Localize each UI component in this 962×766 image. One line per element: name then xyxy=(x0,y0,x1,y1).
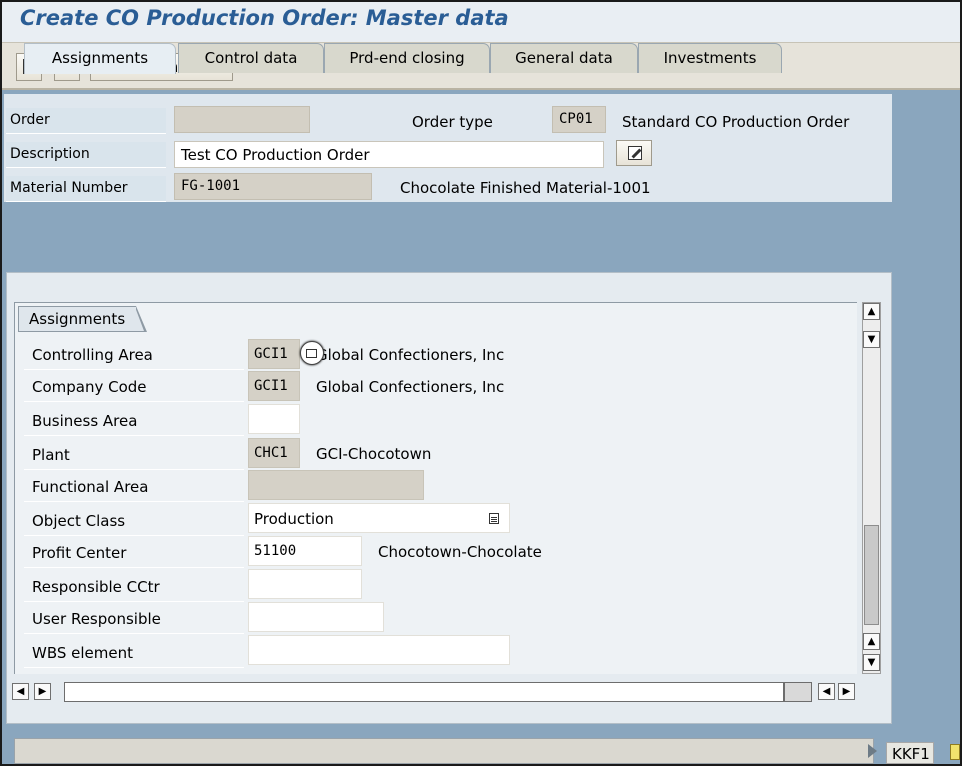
system-id: KKF1 xyxy=(886,742,934,764)
functional-area-field[interactable] xyxy=(248,470,424,500)
controlling-area-text: Global Confectioners, Inc xyxy=(316,346,505,364)
description-label: Description xyxy=(6,142,166,168)
scroll-right-icon[interactable]: ▶ xyxy=(34,683,51,700)
horizontal-scrollbar[interactable]: ◀ ▶ ◀ ▶ xyxy=(12,682,860,702)
scroll-left-end-icon[interactable]: ◀ xyxy=(818,683,835,700)
tab-investments[interactable]: Investments xyxy=(638,43,782,73)
company-code-text: Global Confectioners, Inc xyxy=(316,378,505,396)
company-code-label: Company Code xyxy=(24,370,244,402)
material-number-field[interactable]: FG-1001 xyxy=(174,173,372,200)
responsible-cctr-label: Responsible CCtr xyxy=(24,570,244,602)
sap-window: Create CO Production Order: Master data … xyxy=(0,0,962,766)
order-type-text: Standard CO Production Order xyxy=(622,113,850,131)
description-field[interactable]: Test CO Production Order xyxy=(174,141,604,168)
system-menu-icon[interactable] xyxy=(950,744,960,760)
scroll-up-bottom-icon[interactable]: ▲ xyxy=(863,633,880,650)
controlling-area-label: Controlling Area xyxy=(24,338,244,370)
controlling-area-field[interactable]: GCI1 xyxy=(248,339,300,369)
profit-center-field[interactable]: 51100 xyxy=(248,536,362,566)
object-class-value: Production xyxy=(254,510,334,528)
profit-center-text: Chocotown-Chocolate xyxy=(378,543,542,561)
group-title: Assignments xyxy=(18,306,147,332)
material-description-text: Chocolate Finished Material-1001 xyxy=(400,179,651,197)
page-title: Create CO Production Order: Master data xyxy=(20,6,509,30)
scroll-right-end-icon[interactable]: ▶ xyxy=(838,683,855,700)
tab-general-data[interactable]: General data xyxy=(490,43,638,73)
vertical-scroll-thumb[interactable] xyxy=(864,525,879,625)
scroll-down-bottom-icon[interactable]: ▼ xyxy=(863,654,880,671)
company-code-field[interactable]: GCI1 xyxy=(248,371,300,401)
user-responsible-label: User Responsible xyxy=(24,602,244,634)
responsible-cctr-field[interactable] xyxy=(248,569,362,599)
expand-arrow-icon[interactable] xyxy=(868,744,877,758)
scroll-left-icon[interactable]: ◀ xyxy=(12,683,29,700)
tab-prd-end-closing[interactable]: Prd-end closing xyxy=(324,43,490,73)
order-type-label: Order type xyxy=(412,113,493,131)
business-area-label: Business Area xyxy=(24,404,244,436)
group-title-corner xyxy=(135,307,144,331)
pencil-icon xyxy=(628,146,642,160)
profit-center-label: Profit Center xyxy=(24,536,244,568)
horizontal-scroll-thumb[interactable] xyxy=(784,682,812,702)
order-type-field[interactable]: CP01 xyxy=(552,106,606,133)
wbs-element-label: WBS element xyxy=(24,636,244,668)
business-area-field[interactable] xyxy=(248,404,300,434)
object-class-dropdown[interactable]: Production xyxy=(248,503,510,533)
plant-label: Plant xyxy=(24,438,244,470)
order-label: Order xyxy=(6,108,166,134)
scroll-down-icon[interactable]: ▼ xyxy=(863,331,880,348)
dropdown-list-icon[interactable] xyxy=(489,513,499,524)
horizontal-scroll-track[interactable] xyxy=(64,682,784,702)
plant-text: GCI-Chocotown xyxy=(316,445,432,463)
title-bar: Create CO Production Order: Master data xyxy=(2,2,960,42)
wbs-element-field[interactable] xyxy=(248,635,510,665)
tab-assignments[interactable]: Assignments xyxy=(24,43,176,74)
material-number-label: Material Number xyxy=(6,176,166,202)
plant-field[interactable]: CHC1 xyxy=(248,438,300,468)
tab-control-data[interactable]: Control data xyxy=(178,43,324,73)
vertical-scrollbar[interactable]: ▲ ▼ ▲ ▼ xyxy=(862,302,881,674)
order-number-field[interactable] xyxy=(174,106,310,133)
scroll-up-icon[interactable]: ▲ xyxy=(863,303,880,320)
long-text-button[interactable] xyxy=(616,140,652,166)
functional-area-label: Functional Area xyxy=(24,470,244,502)
user-responsible-field[interactable] xyxy=(248,602,384,632)
object-class-label: Object Class xyxy=(24,504,244,536)
mouse-cursor-icon xyxy=(300,341,324,365)
status-bar xyxy=(14,738,874,764)
